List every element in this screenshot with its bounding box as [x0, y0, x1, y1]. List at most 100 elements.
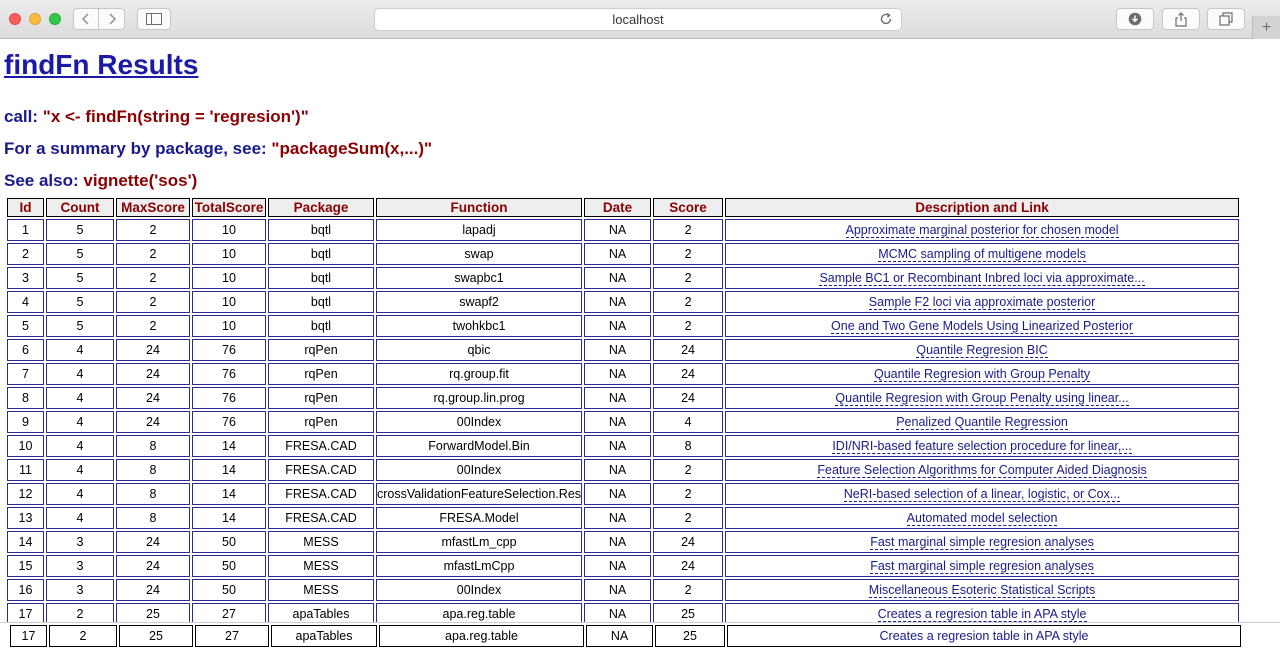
cell-score: 2: [653, 267, 724, 289]
results-table: Id Count MaxScore TotalScore Package Function…: [5, 196, 1241, 627]
cell-description: Sample F2 loci via approximate posterior: [725, 291, 1240, 313]
cell-description: Penalized Quantile Regression: [725, 411, 1240, 433]
share-icon: [1175, 11, 1187, 27]
cell-maxscore: 24: [116, 387, 190, 409]
cell-date: NA: [584, 459, 652, 481]
cell-function: mfastLm_cpp: [376, 531, 583, 553]
table-row: 7 4 24 76 rqPen rq.group.fit NA 24 Quantile Regr…: [7, 363, 1240, 385]
description-link[interactable]: Fast marginal simple regresion analyses: [870, 559, 1094, 574]
cell-count: 3: [46, 579, 114, 601]
cell-description: Fast marginal simple regresion analyses: [725, 555, 1240, 577]
table-row: 15 3 24 50 MESS mfastLmCpp NA 24 Fast marginal s…: [7, 555, 1240, 577]
cell-id: 16: [7, 579, 44, 601]
cell-maxscore: 2: [116, 243, 190, 265]
description-link[interactable]: Creates a regresion table in APA style: [877, 607, 1087, 622]
address-bar[interactable]: localhost: [374, 8, 902, 31]
cell-count: 4: [46, 459, 114, 481]
table-row: 14 3 24 50 MESS mfastLm_cpp NA 24 Fast marginal …: [7, 531, 1240, 553]
cell-package: rqPen: [268, 339, 374, 361]
downloads-button[interactable]: [1116, 8, 1154, 30]
cell-score: 8: [653, 435, 724, 457]
column-header-function: Function: [376, 198, 583, 217]
cell-maxscore: 8: [116, 483, 190, 505]
cell-id: 13: [7, 507, 44, 529]
close-window-button[interactable]: [9, 13, 21, 25]
cell-count: 4: [46, 339, 114, 361]
reload-icon[interactable]: [879, 12, 893, 26]
table-header-row: Id Count MaxScore TotalScore Package Function…: [7, 198, 1240, 217]
cell-date: NA: [584, 315, 652, 337]
minimize-window-button[interactable]: [29, 13, 41, 25]
back-button[interactable]: [73, 8, 99, 30]
cell-id: 4: [7, 291, 44, 313]
description-link[interactable]: Approximate marginal posterior for chose…: [845, 223, 1119, 238]
column-header-count: Count: [46, 198, 114, 217]
description-link[interactable]: Quantile Regresion BIC: [916, 343, 1048, 358]
cell-maxscore: 8: [116, 507, 190, 529]
column-header-package: Package: [268, 198, 374, 217]
cell-maxscore: 2: [116, 315, 190, 337]
cell-totalscore: 76: [192, 363, 266, 385]
tab-overview-button[interactable]: [1207, 8, 1245, 30]
cell-function: swapf2: [376, 291, 583, 313]
description-link[interactable]: MCMC sampling of multigene models: [878, 247, 1086, 262]
description-link[interactable]: Quantile Regresion with Group Penalty us…: [835, 391, 1129, 406]
description-link[interactable]: Sample BC1 or Recombinant Inbred loci vi…: [819, 271, 1145, 286]
cell-id: 8: [7, 387, 44, 409]
description-link[interactable]: Sample F2 loci via approximate posterior: [868, 295, 1096, 310]
description-link[interactable]: Penalized Quantile Regression: [896, 415, 1068, 430]
cell-id: 7: [7, 363, 44, 385]
cell-id: 2: [7, 243, 44, 265]
cell-maxscore: 24: [116, 579, 190, 601]
description-link[interactable]: Automated model selection: [906, 511, 1058, 526]
column-header-id: Id: [7, 198, 44, 217]
cell-description: NeRI-based selection of a linear, logist…: [725, 483, 1240, 505]
column-header-score: Score: [653, 198, 724, 217]
cell-totalscore: 76: [192, 387, 266, 409]
cell-description: Quantile Regresion BIC: [725, 339, 1240, 361]
see-also-value: vignette('sos'): [83, 171, 198, 190]
cell-date: NA: [584, 579, 652, 601]
call-line: call: "x <- findFn(string = 'regresion')…: [4, 107, 1266, 127]
forward-button[interactable]: [99, 8, 125, 30]
cell-score: 2: [653, 507, 724, 529]
cell-function: swap: [376, 243, 583, 265]
cell-score: 2: [653, 291, 724, 313]
cell-description: Fast marginal simple regresion analyses: [725, 531, 1240, 553]
description-link[interactable]: Miscellaneous Esoteric Statistical Scrip…: [868, 583, 1096, 598]
cell-count: 4: [46, 507, 114, 529]
cell-totalscore: 10: [192, 315, 266, 337]
description-link[interactable]: Feature Selection Algorithms for Compute…: [817, 463, 1147, 478]
column-header-date: Date: [584, 198, 652, 217]
summary-label: For a summary by package, see:: [4, 139, 267, 158]
cell-function: lapadj: [376, 219, 583, 241]
cell-totalscore: 10: [192, 291, 266, 313]
description-link[interactable]: Fast marginal simple regresion analyses: [870, 535, 1094, 550]
cell-function: rq.group.fit: [376, 363, 583, 385]
description-link[interactable]: Quantile Regresion with Group Penalty: [874, 367, 1091, 382]
description-link[interactable]: NeRI-based selection of a linear, logist…: [843, 487, 1121, 502]
download-icon: [1128, 12, 1142, 26]
cell-totalscore: 10: [192, 267, 266, 289]
cell-totalscore: 14: [192, 483, 266, 505]
cell-date: NA: [584, 267, 652, 289]
new-tab-button[interactable]: +: [1252, 16, 1280, 39]
table-row: 4 5 2 10 bqtl swapf2 NA 2 Sample F2 loci via app…: [7, 291, 1240, 313]
table-row: 16 3 24 50 MESS 00Index NA 2 Miscellaneous Esote…: [7, 579, 1240, 601]
cell-date: NA: [584, 555, 652, 577]
zoom-window-button[interactable]: [49, 13, 61, 25]
description-link[interactable]: One and Two Gene Models Using Linearized…: [831, 319, 1134, 334]
cell-count: 5: [46, 267, 114, 289]
cell-function: twohkbc1: [376, 315, 583, 337]
cell-totalscore: 10: [192, 219, 266, 241]
description-link[interactable]: IDI/NRI-based feature selection procedur…: [832, 439, 1132, 454]
cell-score: 24: [653, 555, 724, 577]
cell-score: 2: [653, 243, 724, 265]
cell-function: rq.group.lin.prog: [376, 387, 583, 409]
sidebar-toggle-button[interactable]: [137, 8, 171, 30]
cell-totalscore: 50: [192, 531, 266, 553]
description-link[interactable]: Creates a regresion table in APA style: [880, 629, 1089, 643]
page-title[interactable]: findFn Results: [4, 47, 1266, 83]
cell-maxscore: 2: [116, 267, 190, 289]
share-button[interactable]: [1162, 8, 1200, 30]
